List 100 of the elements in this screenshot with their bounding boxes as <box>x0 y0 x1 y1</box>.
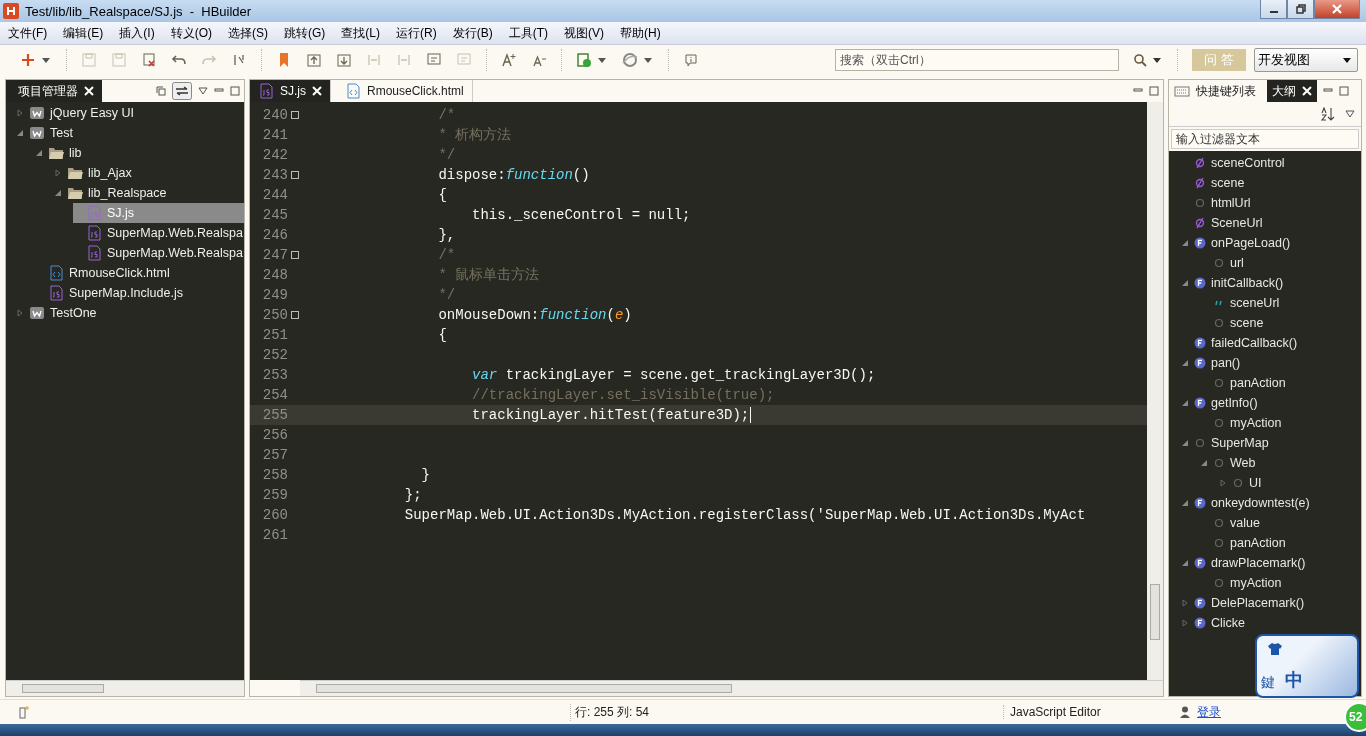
dropdown-caret-icon[interactable] <box>644 57 652 63</box>
close-icon[interactable] <box>84 86 94 96</box>
panel-tab[interactable]: 快捷键列表 <box>1169 80 1261 102</box>
font-up-icon[interactable] <box>501 52 517 68</box>
menu-item[interactable]: 编辑(E) <box>55 24 112 42</box>
close-file-icon[interactable] <box>141 52 157 68</box>
collapse-toggle-icon[interactable] <box>1181 239 1189 247</box>
outline-item[interactable]: panAction <box>1230 536 1286 550</box>
collapse-toggle-icon[interactable] <box>1181 399 1189 407</box>
dropdown-caret-icon[interactable] <box>42 57 50 63</box>
fold-icon[interactable] <box>291 311 299 319</box>
scrollbar-thumb[interactable] <box>22 684 105 693</box>
scrollbar-thumb[interactable] <box>316 684 732 693</box>
collapse-toggle-icon[interactable] <box>1200 459 1208 467</box>
outline-item[interactable]: myAction <box>1230 576 1282 590</box>
info-icon[interactable] <box>683 52 699 68</box>
restore-button[interactable] <box>1287 0 1314 19</box>
maximize-icon[interactable] <box>1339 86 1349 96</box>
scrollbar-thumb[interactable] <box>1150 584 1160 640</box>
tree-item[interactable]: jQuery Easy UI <box>50 106 135 120</box>
new-icon[interactable] <box>20 52 36 68</box>
close-button[interactable] <box>1314 0 1360 19</box>
outline-item[interactable]: drawPlacemark() <box>1211 556 1306 570</box>
fold-icon[interactable] <box>291 171 299 179</box>
collapse-toggle-icon[interactable] <box>1181 499 1189 507</box>
outline-item[interactable]: sceneUrl <box>1230 296 1280 310</box>
outline-item[interactable]: initCallback() <box>1211 276 1284 290</box>
tree-item[interactable]: RmouseClick.html <box>69 266 170 280</box>
outline-item[interactable]: panAction <box>1230 376 1286 390</box>
font-down-icon[interactable] <box>531 52 547 68</box>
expand-toggle-icon[interactable] <box>16 109 24 117</box>
dropdown-caret-icon[interactable] <box>1153 57 1161 63</box>
collapse-toggle-icon[interactable] <box>16 129 24 137</box>
horizontal-scrollbar[interactable] <box>6 680 244 696</box>
maximize-icon[interactable] <box>1149 86 1159 96</box>
outline-item[interactable]: value <box>1230 516 1260 530</box>
menu-item[interactable]: 帮助(H) <box>612 24 669 42</box>
tree-item[interactable]: lib_Realspace <box>88 186 167 200</box>
menu-item[interactable]: 文件(F) <box>0 24 56 42</box>
outline-item[interactable]: scene <box>1211 176 1245 190</box>
outline-item[interactable]: getInfo() <box>1211 396 1258 410</box>
next-icon[interactable] <box>336 52 352 68</box>
outline-item[interactable]: failedCallback() <box>1211 336 1298 350</box>
close-icon[interactable] <box>312 86 322 96</box>
format-icon[interactable] <box>231 52 247 68</box>
filter-field[interactable]: 输入过滤器文本 <box>1171 129 1359 149</box>
collapse-all-icon[interactable] <box>156 86 166 96</box>
menu-item[interactable]: 选择(S) <box>220 24 276 42</box>
maximize-icon[interactable] <box>230 86 240 96</box>
expand-toggle-icon[interactable] <box>1219 479 1227 487</box>
panel-tab[interactable]: 项目管理器 <box>6 80 102 102</box>
outline-item[interactable]: pan() <box>1211 356 1241 370</box>
outline-item[interactable]: DelePlacemark() <box>1211 596 1305 610</box>
outline-item[interactable]: Clicke <box>1211 616 1246 630</box>
ime-widget[interactable]: 鍵 中 <box>1255 634 1359 698</box>
collapse-toggle-icon[interactable] <box>1181 439 1189 447</box>
outline-item[interactable]: onPageLoad() <box>1211 236 1291 250</box>
vertical-scrollbar[interactable] <box>1147 102 1163 680</box>
browser-icon[interactable] <box>622 52 638 68</box>
link-arrows-icon[interactable] <box>172 82 192 100</box>
menu-item[interactable]: 发行(B) <box>444 24 501 42</box>
view-menu-icon[interactable] <box>1345 110 1355 118</box>
sort-icon[interactable] <box>1321 107 1335 121</box>
minimize-button[interactable] <box>1260 0 1287 19</box>
tree-item[interactable]: SuperMap.Web.Realspa <box>107 246 243 260</box>
prev-icon[interactable] <box>306 52 322 68</box>
fold-icon[interactable] <box>291 251 299 259</box>
search-field[interactable]: 搜索（双击Ctrl） <box>835 49 1119 71</box>
menu-item[interactable]: 插入(I) <box>111 24 163 42</box>
search-icon[interactable] <box>1133 53 1147 67</box>
tree-item[interactable]: SuperMap.Web.Realspa <box>107 226 243 240</box>
tree-item[interactable]: lib_Ajax <box>88 166 132 180</box>
collapse-toggle-icon[interactable] <box>54 189 62 197</box>
outline-item[interactable]: UI <box>1249 476 1262 490</box>
expand-toggle-icon[interactable] <box>54 169 62 177</box>
collapse-toggle-icon[interactable] <box>35 149 43 157</box>
new-item-icon[interactable] <box>18 705 30 719</box>
login-link[interactable]: 登录 <box>1197 703 1221 721</box>
collapse-toggle-icon[interactable] <box>1181 359 1189 367</box>
outline-item[interactable]: SceneUrl <box>1211 216 1263 230</box>
tree-item[interactable]: Test <box>50 126 73 140</box>
tree-item[interactable]: TestOne <box>50 306 97 320</box>
outline-item[interactable]: myAction <box>1230 416 1282 430</box>
panel-tab[interactable]: 大纲 <box>1267 80 1317 102</box>
menu-item[interactable]: 转义(O) <box>162 24 220 42</box>
dropdown-caret-icon[interactable] <box>598 57 606 63</box>
expand-toggle-icon[interactable] <box>1181 619 1189 627</box>
collapse-toggle-icon[interactable] <box>1181 279 1189 287</box>
expand-toggle-icon[interactable] <box>1181 599 1189 607</box>
close-icon[interactable] <box>1302 86 1312 96</box>
outline-item[interactable]: Web <box>1230 456 1256 470</box>
menu-item[interactable]: 运行(R) <box>388 24 445 42</box>
outline-item[interactable]: htmlUrl <box>1211 196 1251 210</box>
view-menu-icon[interactable] <box>198 87 208 95</box>
collapse-toggle-icon[interactable] <box>1181 559 1189 567</box>
perspective-dropdown[interactable]: 开发视图 <box>1254 48 1358 72</box>
menu-item[interactable]: 工具(T) <box>500 24 556 42</box>
fold-icon[interactable] <box>291 111 299 119</box>
expand-toggle-icon[interactable] <box>16 309 24 317</box>
outline-item[interactable]: SuperMap <box>1211 436 1269 450</box>
